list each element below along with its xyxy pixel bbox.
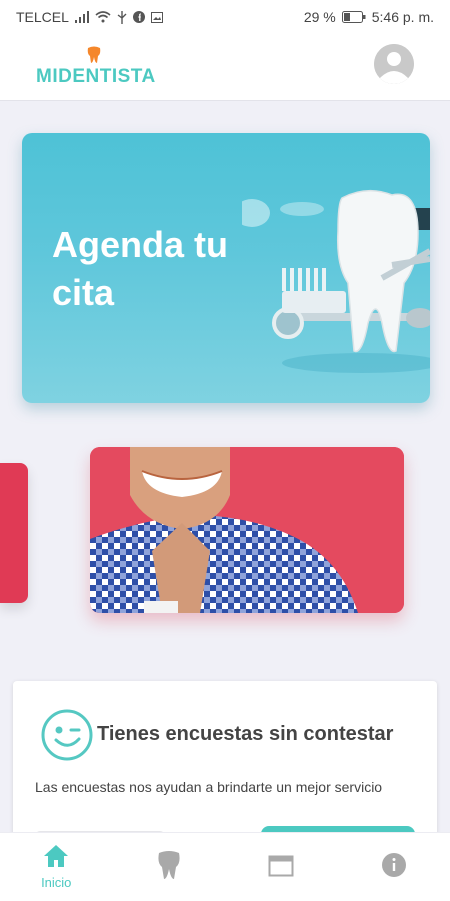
tab-inicio[interactable]: Inicio (0, 833, 113, 901)
banner-title: Agenda tu cita (52, 221, 262, 317)
survey-title: Tienes encuestas sin contestar (97, 723, 393, 746)
app-header: MIDENTISTA (0, 34, 450, 101)
tab-info[interactable] (338, 833, 450, 901)
gallery-icon (151, 12, 163, 23)
usb-icon (117, 11, 127, 24)
tab-dental[interactable] (113, 833, 226, 901)
signal-icon (75, 11, 89, 23)
app-name: MIDENTISTA (36, 66, 156, 88)
clock: 5:46 p. m. (372, 9, 434, 25)
survey-description: Las encuestas nos ayudan a brindarte un … (35, 779, 382, 795)
home-icon (43, 844, 69, 873)
calendar-icon (268, 853, 294, 882)
user-avatar-icon[interactable] (374, 44, 414, 84)
wink-face-icon (41, 709, 93, 766)
app-logo[interactable]: MIDENTISTA (36, 42, 156, 92)
tab-inicio-label: Inicio (41, 875, 71, 890)
battery-percent: 29 % (304, 9, 336, 25)
carrier-name: TELCEL (16, 9, 69, 25)
dental-tools-illustration (242, 173, 430, 403)
info-icon (381, 852, 407, 883)
bottom-tab-bar: Inicio (0, 832, 450, 901)
smiling-man-photo (90, 447, 404, 613)
tooth-icon (156, 850, 182, 885)
battery-icon (342, 11, 366, 23)
facebook-icon (133, 11, 145, 23)
status-bar: TELCEL 29 % 5:46 p. m. (0, 0, 450, 34)
carousel-slide-smile[interactable] (90, 447, 404, 613)
status-right: 29 % 5:46 p. m. (304, 9, 434, 25)
status-left: TELCEL (16, 9, 163, 25)
wifi-icon (95, 11, 111, 23)
appointment-banner[interactable]: Agenda tu cita (22, 133, 430, 403)
carousel-previous-slide[interactable] (0, 463, 28, 603)
tab-calendar[interactable] (225, 833, 338, 901)
